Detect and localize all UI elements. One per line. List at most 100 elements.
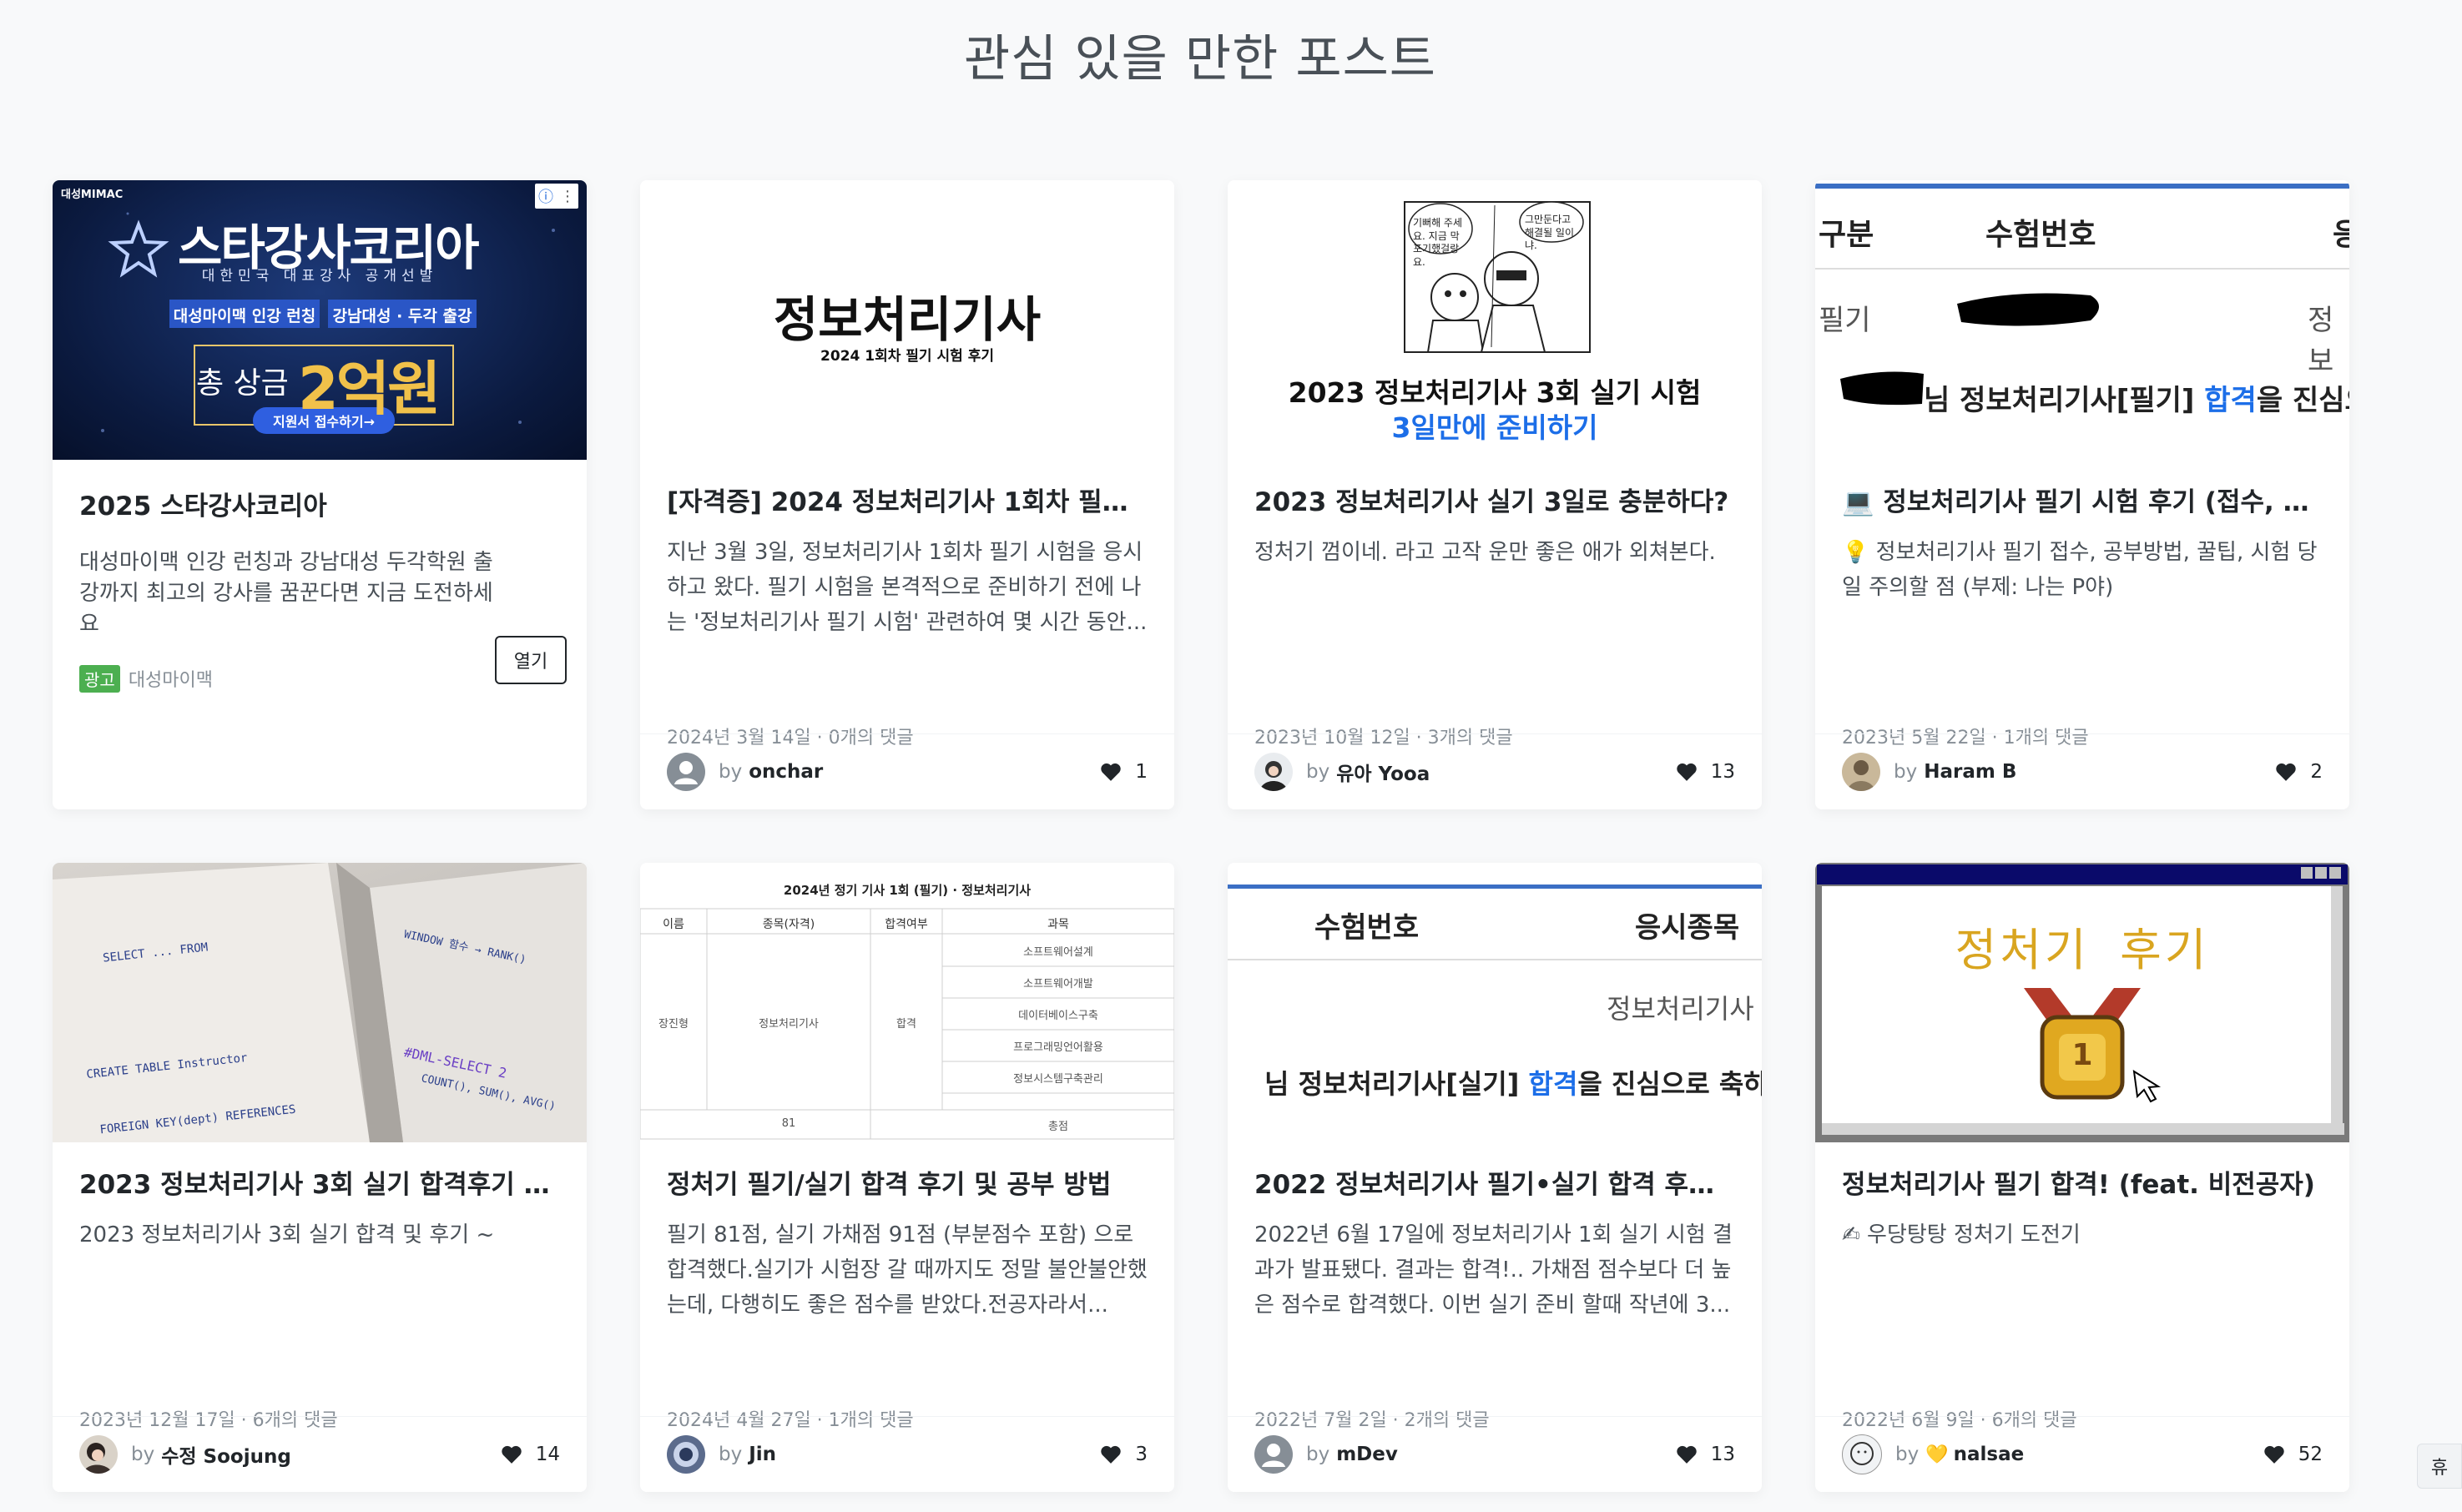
section-title: 관심 있을 만한 포스트 bbox=[963, 30, 1437, 88]
post-card[interactable]: 수험번호 응시종목 정보처리기사 님 정보처리기사[실기] 합격을 진심으로 축… bbox=[1228, 863, 1762, 1492]
ad-cta[interactable]: 지원서 접수하기→ bbox=[253, 411, 395, 431]
comic-bubble-2: 그만둔다고 해결될 일이냐. bbox=[1525, 214, 1575, 252]
post-title[interactable]: 2023 정보처리기사 3회 실기 합격후기 및 ... bbox=[79, 1167, 560, 1203]
by-label: by bbox=[1894, 761, 1918, 783]
post-title[interactable]: 2023 정보처리기사 실기 3일로 충분하다? bbox=[1254, 485, 1735, 521]
user-photo-icon bbox=[1847, 760, 1875, 791]
post-card[interactable]: 2024년 정기 기사 1회 (필기) · 정보처리기사 이름 종목(자격) 합… bbox=[640, 863, 1174, 1492]
thumb-subtitle: 2024 1회차 필기 시험 후기 bbox=[820, 348, 994, 365]
score-table-lines bbox=[640, 908, 1174, 1140]
author-name[interactable]: 수정 Soojung bbox=[161, 1440, 291, 1469]
likes-count: 52 bbox=[2298, 1444, 2323, 1465]
post-footer: by 💛 nalsae 52 bbox=[1815, 1416, 2349, 1492]
likes-count: 3 bbox=[1135, 1444, 1148, 1465]
author-name[interactable]: 유아 Yooa bbox=[1336, 758, 1430, 786]
avatar[interactable] bbox=[1842, 753, 1880, 791]
author-name[interactable]: mDev bbox=[1336, 1444, 1398, 1465]
table-header: 종목(자격) bbox=[762, 918, 815, 931]
ad-brand-small: 대성MIMAC bbox=[61, 189, 124, 201]
ad-badge: 광고 bbox=[79, 664, 120, 693]
ad-subheadline: 대한민국 대표강사 공개선발 bbox=[201, 268, 438, 285]
ad-open-button[interactable]: 열기 bbox=[495, 636, 567, 684]
post-thumbnail[interactable]: 수험번호 응시종목 정보처리기사 님 정보처리기사[실기] 합격을 진심으로 축… bbox=[1228, 863, 1762, 1142]
author-name[interactable]: onchar bbox=[749, 761, 823, 783]
post-thumbnail[interactable]: 구분 수험번호 응 필기 정보 님 정보처리기사[필기] 합격을 진심으 bbox=[1815, 180, 2349, 460]
post-card[interactable]: 정보처리기사 2024 1회차 필기 시험 후기 [자격증] 2024 정보처리… bbox=[640, 180, 1174, 809]
likes-count: 13 bbox=[1710, 761, 1735, 783]
table-header: 합격여부 bbox=[885, 918, 928, 931]
table-name: 장진형 bbox=[658, 1018, 689, 1031]
congrats-suffix: 을 진심으 bbox=[2256, 384, 2349, 417]
congrats-highlight: 합격 bbox=[2204, 384, 2257, 417]
avatar[interactable] bbox=[1254, 1435, 1293, 1474]
table-header: 과목 bbox=[1047, 918, 1069, 931]
ad-banner[interactable]: 대성MIMAC ⓘ ⋮ 스타강사코리아 대한민국 대표강사 공개선발 대성마이맥 … bbox=[53, 180, 587, 460]
ad-tag-2: 강남대성 · 두각 출강 bbox=[332, 307, 472, 325]
post-card[interactable]: 기뻐해 주세요. 지금 막 포기했걸랑요. 그만둔다고 해결될 일이냐. 202… bbox=[1228, 180, 1762, 809]
likes-count: 2 bbox=[2310, 761, 2323, 783]
cursor-icon bbox=[2132, 1070, 2162, 1103]
thumb-line-2: 3일만에 준비하기 bbox=[1391, 411, 1598, 444]
post-card[interactable]: 정처기 후기 1 정보처리기사 필기 합격! (feat. 비전공자) ✍ 우당… bbox=[1815, 863, 2349, 1492]
likes-count: 13 bbox=[1710, 1444, 1735, 1465]
table-score: 81 bbox=[781, 1117, 796, 1130]
post-body: [자격증] 2024 정보처리기사 1회차 필기 ... 지난 3월 3일, 정… bbox=[640, 460, 1174, 748]
congrats-highlight: 합격 bbox=[1528, 1068, 1578, 1100]
post-thumbnail[interactable]: 정처기 후기 1 bbox=[1815, 863, 2349, 1142]
post-footer: by mDev 13 bbox=[1228, 1416, 1762, 1492]
user-sketch-icon bbox=[1850, 1442, 1874, 1465]
default-avatar-icon bbox=[1262, 1444, 1285, 1467]
table-subject: 데이터베이스구축 bbox=[1018, 1010, 1098, 1022]
author-name[interactable]: nalsae bbox=[1954, 1444, 2025, 1465]
table-field: 정보처리기사 bbox=[759, 1018, 819, 1031]
avatar[interactable] bbox=[667, 1435, 705, 1474]
congrats-prefix: 님 정보처리기사[필기] bbox=[1924, 384, 2205, 417]
default-avatar-icon bbox=[674, 761, 698, 784]
user-photo-icon bbox=[674, 1442, 699, 1467]
ad-title[interactable]: 2025 스타강사코리아 bbox=[79, 485, 560, 522]
post-card[interactable]: 구분 수험번호 응 필기 정보 님 정보처리기사[필기] 합격을 진심으 💻 정… bbox=[1815, 180, 2349, 809]
post-body: 2023 정보처리기사 실기 3일로 충분하다? 정처기 껌이네. 라고 고작 … bbox=[1228, 460, 1762, 748]
heart-emoji-icon: 💛 bbox=[1925, 1444, 1949, 1465]
post-thumbnail[interactable]: 2024년 정기 기사 1회 (필기) · 정보처리기사 이름 종목(자격) 합… bbox=[640, 863, 1174, 1142]
author-name[interactable]: Haram B bbox=[1924, 761, 2016, 783]
side-floating-button[interactable]: 휴 bbox=[2417, 1444, 2462, 1489]
thumb-col-2: 응시종목 bbox=[1635, 911, 1740, 945]
thumb-row-right: 정보처리기사 bbox=[1607, 993, 1754, 1025]
user-photo-icon bbox=[83, 1443, 113, 1474]
post-footer: by Jin 3 bbox=[640, 1416, 1174, 1492]
heart-icon bbox=[1677, 763, 1697, 781]
post-footer: by 유아 Yooa 13 bbox=[1228, 733, 1762, 809]
post-description: 필기 81점, 실기 가채점 91점 (부분점수 포함) 으로 합격했다.실기가… bbox=[667, 1222, 1148, 1318]
ad-description: 대성마이맥 인강 런칭과 강남대성 두각학원 출강까지 최고의 강사를 꿈꾼다면… bbox=[79, 550, 493, 637]
medal-icon bbox=[2024, 988, 2162, 1103]
post-title[interactable]: 💻 정보처리기사 필기 시험 후기 (접수, 공... bbox=[1842, 485, 2323, 521]
adchoices-icon[interactable]: ⓘ ⋮ bbox=[535, 184, 578, 209]
post-title[interactable]: 정보처리기사 필기 합격! (feat. 비전공자) bbox=[1842, 1167, 2323, 1203]
avatar[interactable] bbox=[1254, 753, 1293, 791]
post-description: 지난 3월 3일, 정보처리기사 1회차 필기 시험을 응시하고 왔다. 필기 … bbox=[667, 540, 1148, 635]
medal-number: 1 bbox=[2071, 1038, 2093, 1072]
post-thumbnail[interactable]: 기뻐해 주세요. 지금 막 포기했걸랑요. 그만둔다고 해결될 일이냐. 202… bbox=[1228, 180, 1762, 460]
user-photo-icon bbox=[1259, 761, 1288, 791]
post-description: 💡 정보처리기사 필기 접수, 공부방법, 꿀팁, 시험 당일 주의할 점 (부… bbox=[1842, 540, 2318, 600]
ad-card[interactable]: 대성MIMAC ⓘ ⋮ 스타강사코리아 대한민국 대표강사 공개선발 대성마이맥 … bbox=[53, 180, 587, 809]
post-card[interactable]: CREATE TABLE Instructor FOREIGN KEY(dept… bbox=[53, 863, 587, 1492]
table-header: 이름 bbox=[663, 918, 684, 931]
by-label: by bbox=[719, 761, 743, 783]
post-thumbnail[interactable]: CREATE TABLE Instructor FOREIGN KEY(dept… bbox=[53, 863, 587, 1142]
author-name[interactable]: Jin bbox=[749, 1444, 776, 1465]
avatar[interactable] bbox=[667, 753, 705, 791]
post-title[interactable]: 2022 정보처리기사 필기•실기 합격 후기 +... bbox=[1254, 1167, 1735, 1203]
ad-prize-prefix: 총 상금 bbox=[196, 366, 289, 401]
post-thumbnail[interactable]: 정보처리기사 2024 1회차 필기 시험 후기 bbox=[640, 180, 1174, 460]
avatar[interactable] bbox=[79, 1435, 118, 1474]
post-title[interactable]: [자격증] 2024 정보처리기사 1회차 필기 ... bbox=[667, 485, 1148, 521]
post-footer: by 수정 Soojung 14 bbox=[53, 1416, 587, 1492]
heart-icon bbox=[2264, 1445, 2284, 1464]
post-title[interactable]: 정처기 필기/실기 합격 후기 및 공부 방법 bbox=[667, 1167, 1148, 1203]
post-footer: by onchar 1 bbox=[640, 733, 1174, 809]
avatar[interactable] bbox=[1842, 1434, 1882, 1474]
ad-tag-1: 대성마이맥 인강 런칭 bbox=[173, 307, 316, 325]
likes: 3 bbox=[1100, 1444, 1148, 1465]
